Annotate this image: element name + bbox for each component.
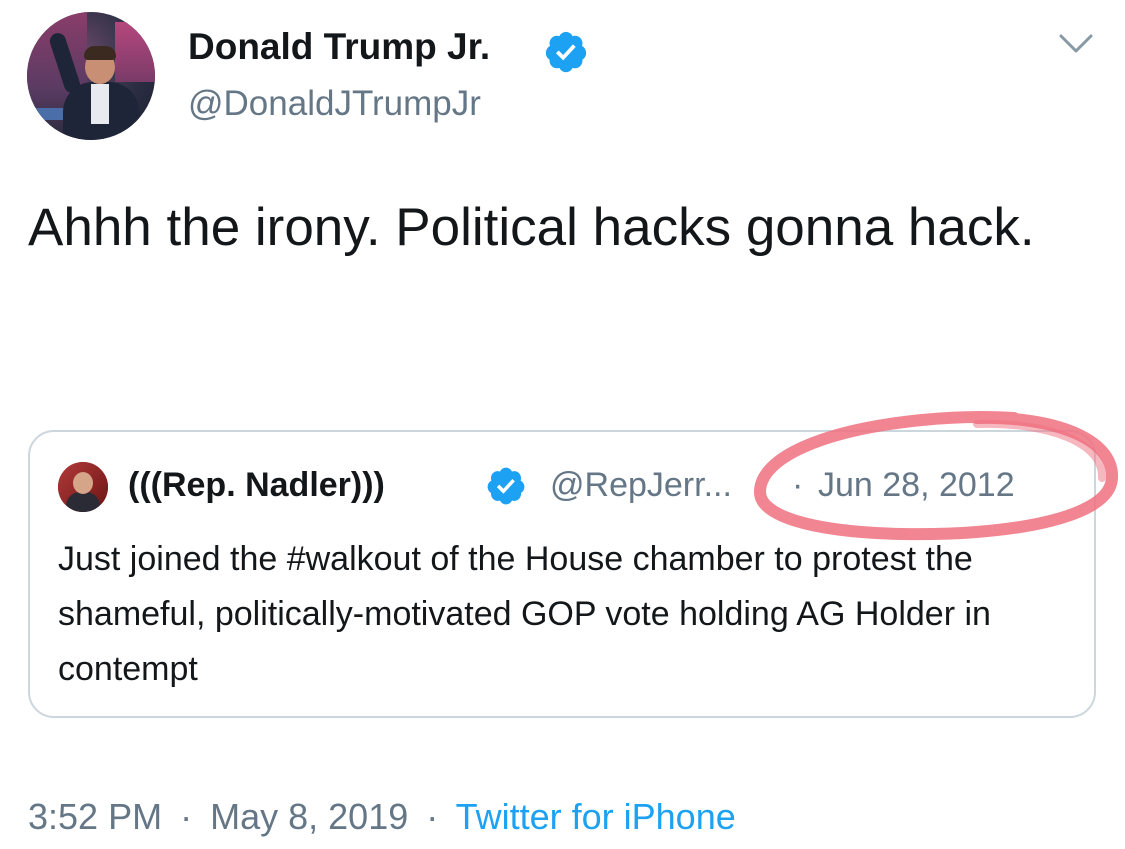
author-display-name[interactable]: Donald Trump Jr. <box>188 26 490 68</box>
tweet-metadata: 3:52 PM · May 8, 2019 · Twitter for iPho… <box>28 796 736 838</box>
tweet-time: 3:52 PM <box>28 796 163 837</box>
quoted-avatar-body <box>66 492 100 512</box>
avatar-background-right <box>115 22 155 82</box>
quoted-author-display-name: (((Rep. Nadler))) <box>128 466 385 504</box>
tweet-source-link[interactable]: Twitter for iPhone <box>456 796 736 837</box>
avatar-hair <box>84 46 116 60</box>
tweet-text: Ahhh the irony. Political hacks gonna ha… <box>28 198 1035 257</box>
author-handle[interactable]: @DonaldJTrumpJr <box>188 84 481 124</box>
verified-badge-icon <box>487 467 525 505</box>
verified-badge-icon <box>545 31 587 73</box>
footer-separator: · <box>426 796 439 837</box>
author-avatar[interactable] <box>27 12 155 140</box>
quoted-tweet-text: Just joined the #walkout of the House ch… <box>58 540 991 688</box>
quoted-author-handle: @RepJerr... <box>550 466 732 504</box>
avatar-banner <box>27 108 67 120</box>
tweet-container: Donald Trump Jr. @DonaldJTrumpJr Ahhh th… <box>0 0 1125 849</box>
quoted-author-avatar <box>58 462 108 512</box>
tweet-date: May 8, 2019 <box>210 796 409 837</box>
avatar-shirt <box>91 84 109 124</box>
annotation-circle <box>753 410 1118 541</box>
chevron-down-icon[interactable] <box>1056 28 1096 60</box>
footer-separator: · <box>180 796 193 837</box>
quoted-avatar-face <box>73 472 93 494</box>
